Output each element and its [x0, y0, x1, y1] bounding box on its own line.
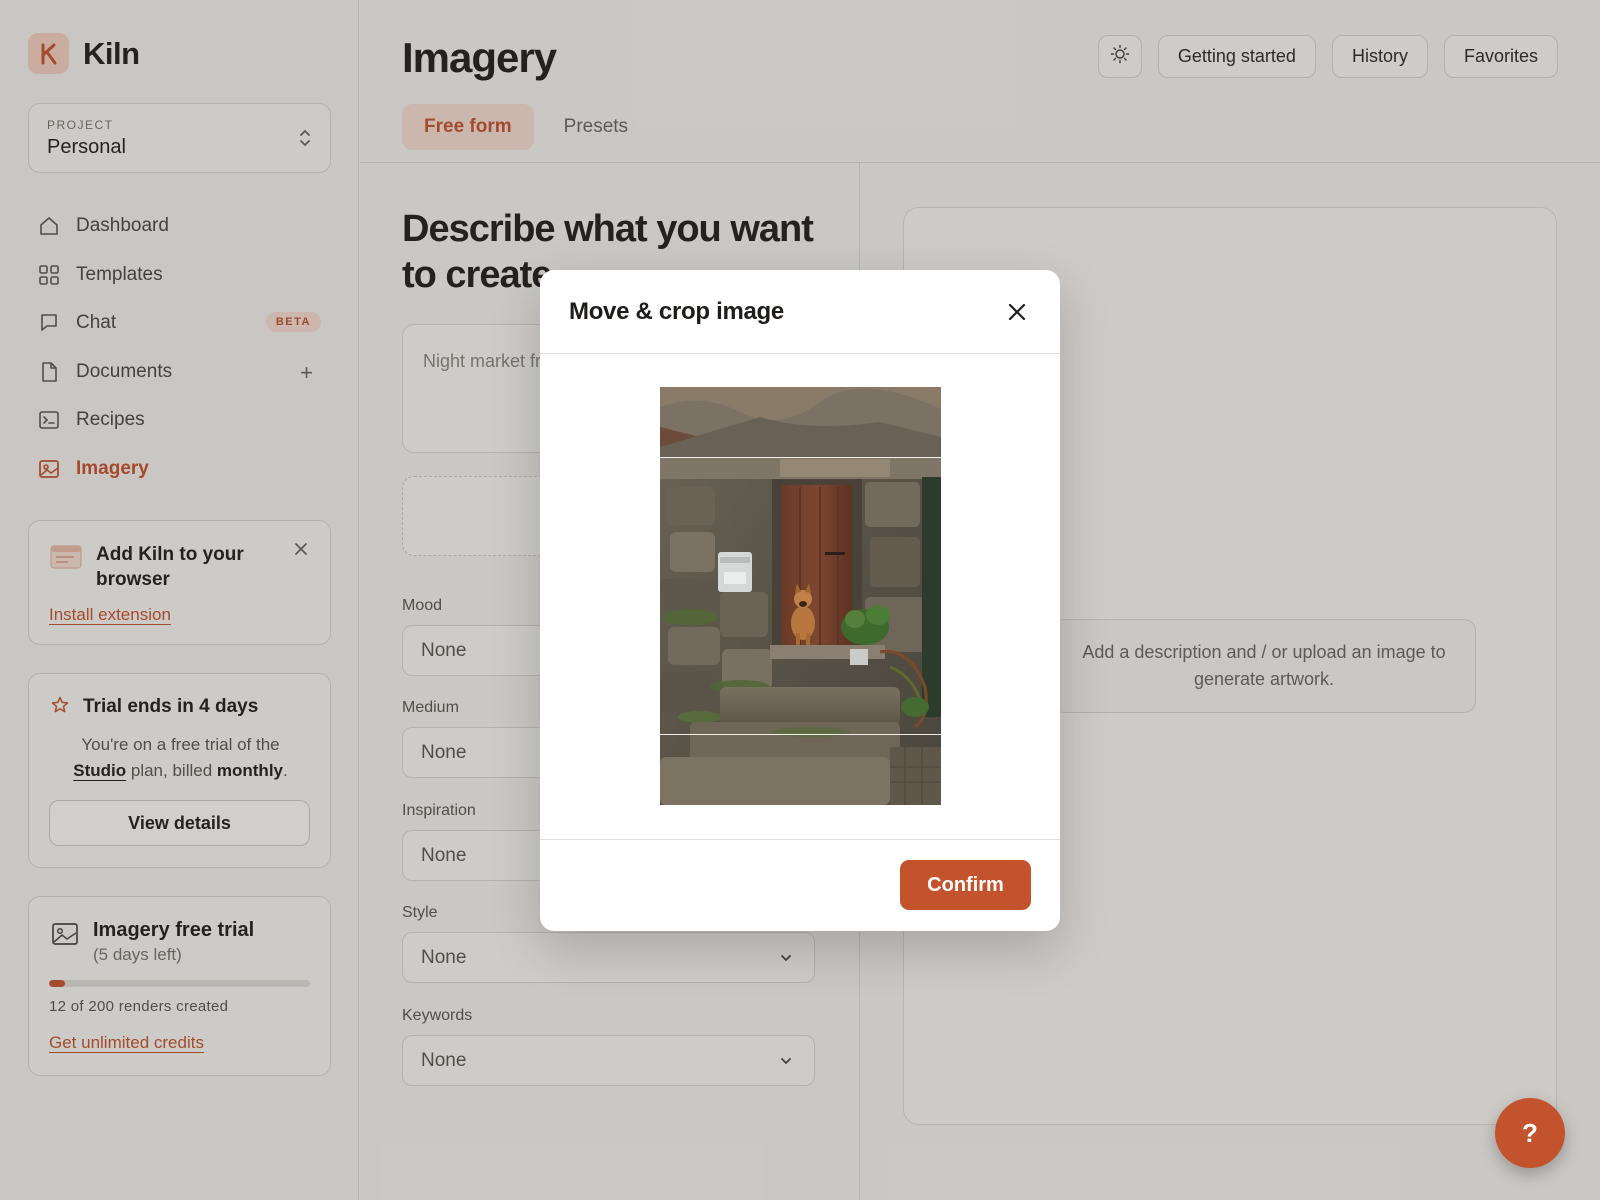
confirm-button[interactable]: Confirm [900, 860, 1031, 910]
crop-canvas[interactable] [660, 387, 941, 805]
crop-guide-top[interactable] [660, 457, 941, 458]
crop-guide-bottom[interactable] [660, 734, 941, 735]
close-icon[interactable] [1004, 299, 1030, 325]
modal-title: Move & crop image [569, 298, 784, 325]
modal-footer-divider [540, 839, 1060, 840]
crop-image-modal: Move & crop image Confirm [540, 270, 1060, 931]
uploaded-photo [660, 387, 941, 805]
help-button[interactable]: ? [1495, 1098, 1565, 1168]
modal-header-divider [540, 353, 1060, 354]
